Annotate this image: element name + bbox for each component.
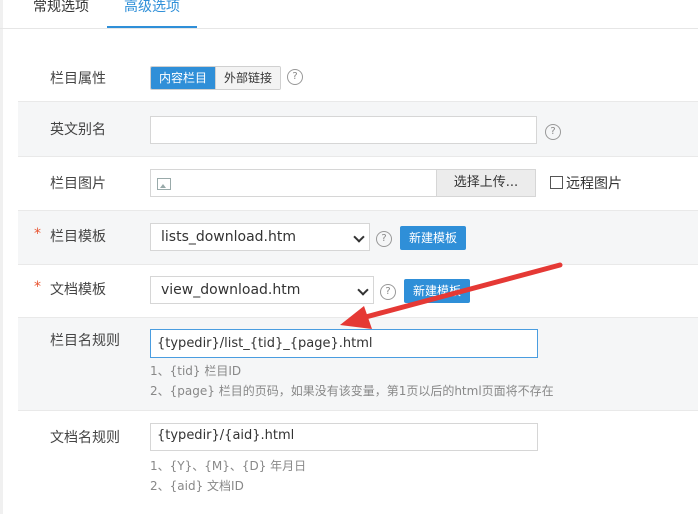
option-content-category[interactable]: 内容栏目 [151, 67, 216, 89]
document-template-select[interactable]: view_download.htm [150, 276, 374, 304]
document-template-label: 文档模板 [50, 282, 106, 298]
chevron-down-icon [357, 284, 369, 296]
tab-bar: 常规选项 高级选项 [0, 0, 698, 29]
document-rule-label: 文档名规则 [50, 430, 120, 446]
image-label: 栏目图片 [50, 176, 106, 192]
row-document-rule: 文档名规则 {typedir}/{aid}.html 1、{Y}、{M}、{D}… [18, 410, 698, 515]
image-icon [157, 178, 171, 190]
row-category-rule: 栏目名规则 {typedir}/list_{tid}_{page}.html 1… [18, 317, 698, 410]
category-template-label: 栏目模板 [50, 229, 106, 245]
alias-input[interactable] [150, 116, 537, 144]
required-mark: * [34, 226, 41, 242]
help-icon[interactable]: ? [287, 69, 303, 85]
tab-general[interactable]: 常规选项 [33, 0, 89, 16]
left-border [0, 0, 3, 514]
new-category-template-button[interactable]: 新建模板 [400, 226, 467, 250]
row-document-template: * 文档模板 view_download.htm ? 新建模板 [18, 264, 698, 317]
document-rule-input[interactable]: {typedir}/{aid}.html [150, 423, 538, 451]
help-icon[interactable]: ? [380, 284, 396, 300]
document-template-value: view_download.htm [161, 282, 301, 298]
row-alias: 英文别名 ? [18, 101, 698, 156]
option-external-link[interactable]: 外部链接 [215, 67, 281, 89]
category-rule-input[interactable]: {typedir}/list_{tid}_{page}.html [150, 329, 538, 358]
active-tab-indicator [107, 26, 197, 28]
category-template-select[interactable]: lists_download.htm [150, 223, 370, 251]
row-category-template: * 栏目模板 lists_download.htm ? 新建模板 [18, 210, 698, 264]
category-rule-label: 栏目名规则 [50, 333, 120, 349]
tab-advanced[interactable]: 高级选项 [124, 0, 180, 16]
new-document-template-button[interactable]: 新建模板 [404, 279, 471, 303]
attribute-label: 栏目属性 [50, 71, 106, 87]
row-attribute: 栏目属性 内容栏目 外部链接 ? [18, 48, 698, 100]
document-rule-hint-1: 1、{Y}、{M}、{D} 年月日 [150, 459, 307, 473]
document-rule-hint-2: 2、{aid} 文档ID [150, 479, 244, 493]
attribute-toggle[interactable]: 内容栏目 外部链接 [150, 66, 282, 90]
image-upload[interactable]: 选择上传... [150, 169, 536, 197]
upload-button[interactable]: 选择上传... [436, 170, 535, 196]
chevron-down-icon [353, 231, 365, 243]
required-mark: * [34, 279, 41, 295]
alias-label: 英文别名 [50, 122, 106, 138]
remote-image-checkbox[interactable] [550, 176, 563, 189]
category-rule-hint-2: 2、{page} 栏目的页码，如果没有该变量，第1页以后的html页面将不存在 [150, 384, 554, 398]
remote-image-label: 远程图片 [566, 176, 622, 192]
help-icon[interactable]: ? [376, 231, 392, 247]
row-image: 栏目图片 选择上传... 远程图片 [18, 156, 698, 210]
category-template-value: lists_download.htm [161, 229, 297, 245]
help-icon[interactable]: ? [545, 124, 561, 140]
category-rule-hint-1: 1、{tid} 栏目ID [150, 364, 242, 378]
